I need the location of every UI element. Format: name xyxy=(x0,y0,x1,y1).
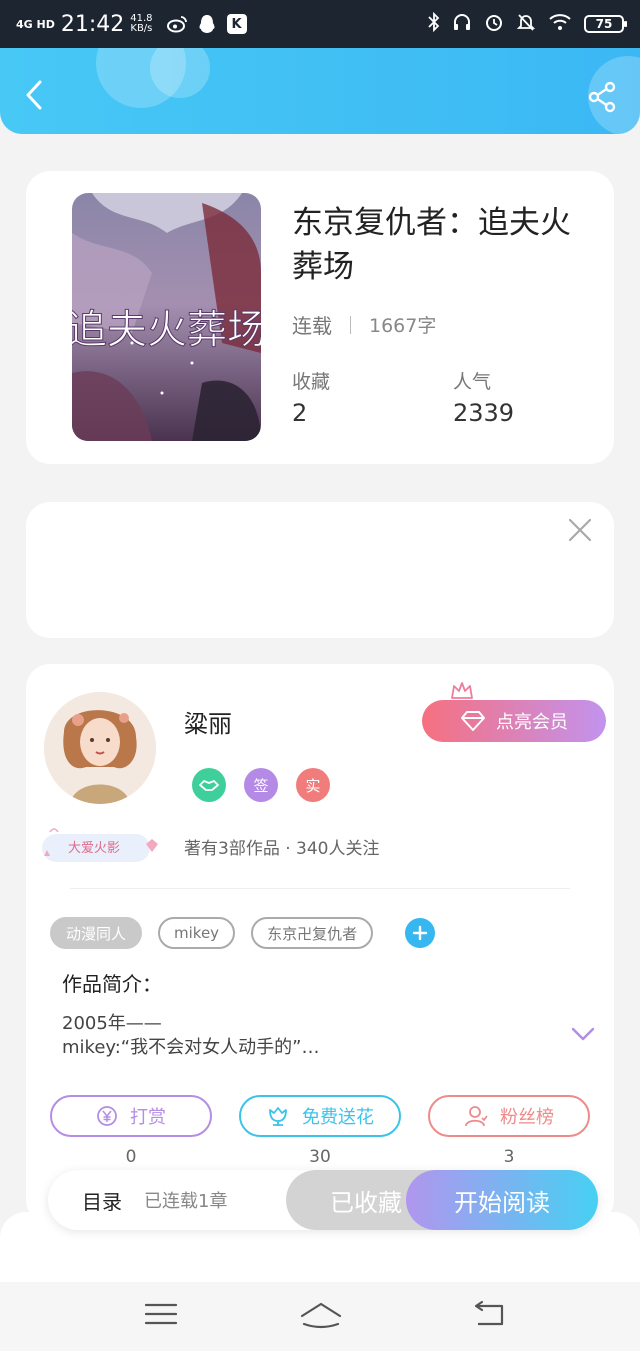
tag-item[interactable]: mikey xyxy=(158,917,236,949)
ad-banner xyxy=(26,502,614,638)
reward-icon xyxy=(97,1106,117,1126)
signed-icon[interactable]: 签 xyxy=(244,768,278,802)
menu-button[interactable] xyxy=(142,1300,182,1330)
send-flower-button[interactable]: 免费送花 xyxy=(239,1095,401,1137)
action-row: 打赏 0 免费送花 30 粉丝榜 3 xyxy=(50,1095,590,1167)
fans-ranking-button[interactable]: 粉丝榜 xyxy=(428,1095,590,1137)
favorites-value: 2 xyxy=(292,399,308,427)
fans-count: 3 xyxy=(503,1147,515,1167)
table-of-contents-button[interactable]: 目录 已连载1章 xyxy=(82,1170,227,1230)
divider xyxy=(350,315,351,334)
clock: 21:42 xyxy=(60,11,125,37)
favorites-label: 收藏 xyxy=(292,371,331,393)
menu-icon xyxy=(144,1303,178,1325)
flower-icon xyxy=(269,1107,287,1126)
author-avatar[interactable] xyxy=(44,692,156,804)
verified-icon[interactable]: 实 xyxy=(296,768,330,802)
bluetooth-icon xyxy=(428,11,440,36)
intro-expand-button[interactable] xyxy=(570,1024,596,1044)
alarm-icon xyxy=(484,12,504,36)
chapter-info: 已连载1章 xyxy=(144,1191,228,1212)
book-cover[interactable]: 追夫火葬场 xyxy=(72,193,261,441)
handshake-icon[interactable] xyxy=(192,768,226,802)
toc-label: 目录 xyxy=(82,1189,122,1214)
author-badges: 签 实 xyxy=(192,768,330,802)
share-icon xyxy=(588,81,616,113)
fans-icon xyxy=(465,1106,488,1127)
book-status-row: 连载 1667字 xyxy=(292,310,436,339)
fans-ranking-label: 粉丝榜 xyxy=(500,1107,554,1128)
cover-title-text: 追夫火葬场 xyxy=(72,307,261,353)
tag-item[interactable]: 东京卍复仇者 xyxy=(251,917,374,949)
home-button[interactable] xyxy=(298,1300,344,1330)
battery-indicator: 75 xyxy=(584,15,627,33)
serial-status: 连载 xyxy=(292,314,332,338)
flower-action: 免费送花 30 xyxy=(239,1095,401,1167)
net-speed: 41.8 KB/s xyxy=(130,12,153,34)
tag-list: 动漫同人 mikey 东京卍复仇者 xyxy=(50,917,436,949)
avatar-image xyxy=(44,692,156,804)
status-bar: 4G HD 21:42 41.8 KB/s K 75 xyxy=(0,0,640,48)
word-count: 1667字 xyxy=(369,315,437,337)
vip-button[interactable]: 点亮会员 xyxy=(422,700,606,742)
reward-action: 打赏 0 xyxy=(50,1095,212,1167)
popularity-label: 人气 xyxy=(453,371,492,393)
add-tag-button[interactable] xyxy=(405,918,436,948)
reward-count: 0 xyxy=(125,1147,137,1167)
wifi-icon xyxy=(548,13,572,35)
author-name: 粱丽 xyxy=(184,710,232,738)
close-icon xyxy=(568,518,592,542)
ad-close-button[interactable] xyxy=(566,516,594,544)
works-info: 著有3部作品 · 340人关注 xyxy=(184,839,380,859)
section-divider xyxy=(70,888,570,889)
flower-count: 30 xyxy=(309,1147,331,1167)
chevron-down-icon xyxy=(571,1027,595,1041)
diamond-icon xyxy=(461,711,485,731)
top-header xyxy=(0,48,640,134)
book-title: 东京复仇者：追夫火葬场 xyxy=(292,205,571,285)
intro-title: 作品简介： xyxy=(62,972,162,996)
mute-icon xyxy=(516,12,536,36)
vip-label: 点亮会员 xyxy=(496,712,568,733)
back-nav-icon xyxy=(474,1300,504,1326)
back-nav-button[interactable] xyxy=(470,1300,510,1330)
tag-item[interactable]: 动漫同人 xyxy=(50,917,143,949)
plus-icon xyxy=(412,925,428,941)
system-nav-bar xyxy=(0,1282,640,1351)
fans-action: 粉丝榜 3 xyxy=(428,1095,590,1167)
author-detail-card: 粱丽 签 实 点亮会员 大爱火影 著有3部作品 · 340人关注 动漫同人 mi… xyxy=(26,664,614,1224)
start-reading-button[interactable]: 开始阅读 xyxy=(406,1170,598,1230)
reward-label: 打赏 xyxy=(130,1107,166,1128)
back-button[interactable] xyxy=(18,78,52,112)
chevron-left-icon xyxy=(26,80,42,110)
fan-tag-label: 大爱火影 xyxy=(68,841,121,856)
headset-icon xyxy=(452,12,472,36)
popularity-value: 2339 xyxy=(453,399,515,427)
book-cover-image: 追夫火葬场 xyxy=(72,193,261,441)
home-icon xyxy=(300,1302,342,1329)
reward-button[interactable]: 打赏 xyxy=(50,1095,212,1137)
crown-icon xyxy=(451,682,473,699)
share-button[interactable] xyxy=(586,80,620,114)
weibo-icon xyxy=(166,14,187,34)
intro-text: 2005年—— mikey:“我不会对女人动手的”… xyxy=(62,1013,320,1058)
signal-indicator: 4G HD xyxy=(16,17,55,31)
status-icons: 75 xyxy=(428,11,627,36)
k-app-icon: K xyxy=(226,14,247,34)
send-flower-label: 免费送花 xyxy=(302,1107,374,1128)
reading-action-bar: 目录 已连载1章 已收藏 开始阅读 xyxy=(48,1170,598,1230)
book-info-card: 追夫火葬场 东京复仇者：追夫火葬场 连载 1667字 收藏 2 人气 2339 xyxy=(26,171,614,464)
qq-icon xyxy=(197,14,217,34)
